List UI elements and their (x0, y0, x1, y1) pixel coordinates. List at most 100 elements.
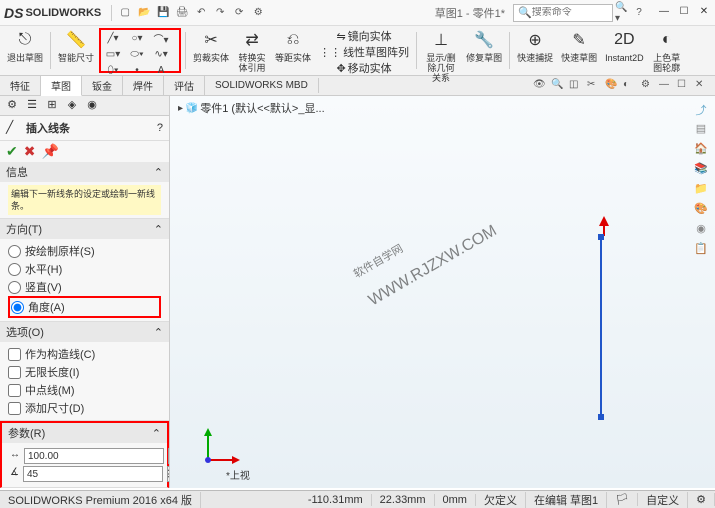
appearances-icon[interactable]: ◉ (693, 222, 709, 238)
view-palette-icon[interactable]: 🎨 (693, 202, 709, 218)
tab-sheetmetal[interactable]: 钣金 (82, 76, 123, 95)
library-icon[interactable]: 📚 (693, 162, 709, 178)
display-tab-icon[interactable]: ◉ (84, 98, 100, 114)
radio-angle[interactable]: 角度(A) (8, 296, 161, 318)
convert-button[interactable]: ⇄转换实体引用 (237, 28, 267, 73)
panel-help-icon[interactable]: ? (157, 122, 163, 134)
line-tool[interactable]: ╱▾ (102, 31, 124, 45)
status-custom[interactable]: 自定义 (638, 492, 688, 508)
offset-button[interactable]: ⎌等距实体 (275, 28, 311, 63)
help-icon[interactable]: ? (631, 5, 647, 21)
graphics-area[interactable]: ▸ 🧊 零件1 (默认<<默认>_显... 软件自学网WWW.RJZXW.COM… (170, 96, 715, 488)
doc-max-icon[interactable]: ☐ (677, 79, 691, 93)
tab-features[interactable]: 特征 (0, 76, 41, 95)
panel-title: 插入线条 (26, 120, 70, 136)
status-flag-icon[interactable]: 🏳 (607, 493, 638, 506)
view-settings-icon[interactable]: ⚙ (641, 79, 655, 93)
pushpin-icon[interactable]: 📌 (41, 143, 58, 160)
feature-tree-tab-icon[interactable]: ⚙ (4, 98, 20, 114)
tab-weldment[interactable]: 焊件 (123, 76, 164, 95)
sketch-line-entity[interactable] (600, 236, 602, 416)
text-tool[interactable]: A (150, 63, 172, 77)
minimize-icon[interactable]: — (657, 6, 671, 20)
options-icon[interactable]: ⚙ (250, 5, 266, 21)
pattern-button[interactable]: ⋮⋮线性草图阵列 (319, 44, 409, 60)
relations-button[interactable]: ⊥显示/删除几何关系 (424, 28, 458, 83)
mirror-button[interactable]: ⇋镜向实体 (336, 28, 391, 44)
save-icon[interactable]: 💾 (155, 5, 171, 21)
chk-midpoint[interactable]: 中点线(M) (8, 381, 161, 399)
radio-horizontal[interactable]: 水平(H) (8, 260, 161, 278)
direction-section-header[interactable]: 方向(T)⌃ (0, 219, 169, 239)
shaded-button[interactable]: ◐上色草图轮廓 (652, 28, 682, 73)
view-orient-icon[interactable]: 👁 (533, 79, 547, 93)
undo-icon[interactable]: ↶ (193, 5, 209, 21)
ok-icon[interactable]: ✔ (6, 143, 18, 160)
options-section-header[interactable]: 选项(O)⌃ (0, 322, 169, 342)
tab-sketch[interactable]: 草图 (41, 76, 82, 96)
tab-evaluate[interactable]: 评估 (164, 76, 205, 95)
rapidsketch-button[interactable]: ✎快速草图 (561, 28, 597, 63)
chk-infinite[interactable]: 无限长度(I) (8, 363, 161, 381)
rebuild-icon[interactable]: ⟳ (231, 5, 247, 21)
display-icon[interactable]: ◫ (569, 79, 583, 93)
appearance-icon[interactable]: 🎨 (605, 79, 619, 93)
convert-icon: ⇄ (240, 28, 264, 52)
point-tool[interactable]: • (126, 63, 148, 77)
instant2d-button[interactable]: 2DInstant2D (605, 28, 644, 63)
line-endpoint[interactable] (598, 414, 604, 420)
radio-vertical[interactable]: 竖直(V) (8, 278, 161, 296)
maximize-icon[interactable]: ☐ (677, 6, 691, 20)
angle-input[interactable] (23, 466, 163, 482)
trim-button[interactable]: ✂剪裁实体 (193, 28, 229, 63)
property-tab-icon[interactable]: ☰ (24, 98, 40, 114)
length-input[interactable] (24, 448, 164, 464)
search-command-box[interactable]: 🔍 (513, 4, 613, 22)
slot-tool[interactable]: ⬭▾ (126, 47, 148, 61)
new-icon[interactable]: ▢ (117, 5, 133, 21)
dimxpert-tab-icon[interactable]: ◈ (64, 98, 80, 114)
zoom-icon[interactable]: 🔍 (551, 79, 565, 93)
task-pane-icon[interactable]: ▤ (693, 122, 709, 138)
redo-icon[interactable]: ↷ (212, 5, 228, 21)
status-gear-icon[interactable]: ⚙ (688, 493, 715, 506)
custom-props-icon[interactable]: 📋 (693, 242, 709, 258)
info-section-header[interactable]: 信息⌃ (0, 162, 169, 182)
view-triad-icon (200, 428, 240, 468)
params-section-header[interactable]: 参数(R)⌃ (2, 423, 167, 443)
radio-as-sketched[interactable]: 按绘制原样(S) (8, 242, 161, 260)
doc-min-icon[interactable]: — (659, 79, 673, 93)
spline-tool[interactable]: ∿▾ (150, 47, 172, 61)
section-icon[interactable]: ✂ (587, 79, 601, 93)
axis-y-arrow-icon (598, 216, 610, 236)
quicksnap-button[interactable]: ⊕快速捕捉 (517, 28, 553, 63)
close-icon[interactable]: ✕ (697, 6, 711, 20)
scene-icon[interactable]: ◐ (623, 79, 637, 93)
resources-icon[interactable]: 🏠 (693, 142, 709, 158)
feature-breadcrumb[interactable]: ▸ 🧊 零件1 (默认<<默认>_显... (178, 100, 325, 116)
exit-sketch-button[interactable]: ⎋退出草图 (7, 28, 43, 63)
circle-tool[interactable]: ○▾ (126, 31, 148, 45)
open-icon[interactable]: 📂 (136, 5, 152, 21)
line-endpoint[interactable] (598, 234, 604, 240)
doc-close-icon[interactable]: ✕ (695, 79, 709, 93)
tab-mbd[interactable]: SOLIDWORKS MBD (205, 78, 319, 93)
arc-tool[interactable]: ⌒▾ (150, 31, 172, 45)
chk-construction[interactable]: 作为构造线(C) (8, 345, 161, 363)
confirm-corner-icon[interactable]: ⤴ (693, 102, 709, 118)
cancel-icon[interactable]: ✖ (24, 143, 36, 160)
app-logo: DSSOLIDWORKS (4, 5, 101, 21)
repair-button[interactable]: 🔧修复草图 (466, 28, 502, 63)
smart-dim-button[interactable]: 📏智能尺寸 (58, 28, 94, 63)
config-tab-icon[interactable]: ⊞ (44, 98, 60, 114)
rect-tool[interactable]: ▭▾ (102, 47, 124, 61)
print-icon[interactable]: 🖨 (174, 5, 190, 21)
explorer-icon[interactable]: 📁 (693, 182, 709, 198)
chk-add-dim[interactable]: 添加尺寸(D) (8, 399, 161, 417)
status-def: 欠定义 (476, 492, 526, 508)
search-dropdown-icon[interactable]: 🔍▾ (615, 5, 631, 21)
ellipse-tool[interactable]: ⬯▾ (102, 63, 124, 77)
move-button[interactable]: ✥移动实体 (336, 60, 391, 76)
status-z: 0mm (435, 494, 476, 506)
search-input[interactable] (532, 7, 602, 18)
